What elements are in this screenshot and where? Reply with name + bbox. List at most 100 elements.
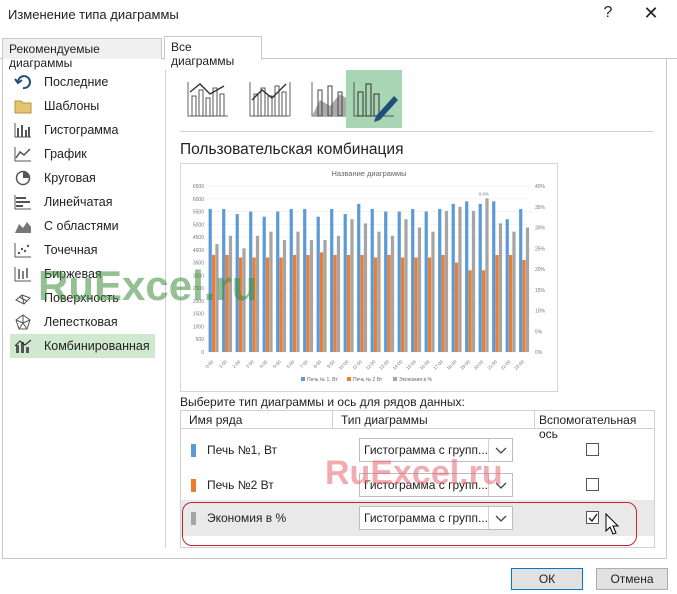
bar xyxy=(481,270,486,352)
bar xyxy=(468,270,472,352)
secondary-axis-checkbox[interactable] xyxy=(586,443,599,456)
ok-button[interactable]: ОК xyxy=(511,568,583,590)
dropdown-value: Гистограмма с групп... xyxy=(364,443,488,457)
bar xyxy=(323,239,327,352)
column-chart-icon xyxy=(14,122,32,138)
x-tick-label: 12:00 xyxy=(365,359,377,371)
chart-type-dropdown[interactable]: Гистограмма с групп... xyxy=(359,473,513,497)
y2-tick-label: 40% xyxy=(535,184,546,190)
sidebar-item-templates[interactable]: Шаблоны xyxy=(10,94,160,118)
combo-subtype-custom[interactable] xyxy=(346,70,402,128)
column-divider xyxy=(332,411,333,429)
y-tick-label: 5000 xyxy=(193,222,204,228)
chevron-down-icon[interactable] xyxy=(488,507,512,529)
chart-type-dropdown[interactable]: Гистограмма с групп... xyxy=(359,506,513,530)
close-button[interactable]: ✕ xyxy=(640,3,662,24)
y-tick-label: 3000 xyxy=(193,273,204,279)
data-annotation: 0.4% xyxy=(479,191,489,196)
legend-label: Печь № 2 Вт xyxy=(353,377,383,383)
x-tick-label: 15:00 xyxy=(405,359,417,371)
sidebar-item-combo[interactable]: Комбинированная xyxy=(10,334,155,358)
bar xyxy=(404,219,408,352)
sidebar-item-area[interactable]: С областями xyxy=(10,214,160,238)
bar xyxy=(373,257,378,352)
x-tick-label: 4:00 xyxy=(259,359,269,369)
secondary-axis-checkbox-checked[interactable] xyxy=(586,511,599,524)
sidebar-item-scatter[interactable]: Точечная xyxy=(10,238,160,262)
y-tick-label: 5500 xyxy=(193,210,204,216)
y-tick-label: 2000 xyxy=(193,299,204,305)
bar xyxy=(330,208,334,352)
chevron-down-icon[interactable] xyxy=(488,474,512,496)
window-title: Изменение типа диаграммы xyxy=(8,7,179,22)
y-tick-label: 2500 xyxy=(193,286,204,292)
bar xyxy=(225,254,229,352)
bar xyxy=(357,203,361,352)
bar xyxy=(397,211,401,352)
y-tick-label: 1000 xyxy=(193,324,204,330)
secondary-axis-checkbox[interactable] xyxy=(586,478,599,491)
sidebar-item-label: Точечная xyxy=(44,243,98,257)
bar xyxy=(289,208,293,352)
chart-svg: Название диаграммы 0 500 1000 1500 2000 2500 30… xyxy=(193,169,546,383)
x-tick-label: 18:00 xyxy=(446,359,458,371)
series-row: Печь №2 Вт Гистограмма с групп... xyxy=(181,467,654,503)
x-tick-label: 1:00 xyxy=(218,359,228,369)
y2-tick-label: 0% xyxy=(535,350,543,356)
x-tick-label: 11:00 xyxy=(352,359,364,371)
mouse-cursor-icon xyxy=(605,512,621,540)
bar xyxy=(238,257,243,352)
tab-bar: Рекомендуемые диаграммы Все диаграммы xyxy=(0,36,677,70)
series-row: Печь №1, Вт Гистограмма с групп... xyxy=(181,432,654,468)
dropdown-value: Гистограмма с групп... xyxy=(364,478,488,492)
tab-all-charts[interactable]: Все диаграммы xyxy=(164,36,262,68)
sidebar-item-pie[interactable]: Круговая xyxy=(10,166,160,190)
sidebar-item-column[interactable]: Гистограмма xyxy=(10,118,160,142)
sidebar-item-label: Гистограмма xyxy=(44,123,119,137)
y-tick-label: 6000 xyxy=(193,197,204,203)
bar xyxy=(249,211,253,352)
sidebar-item-bar[interactable]: Линейчатая xyxy=(10,190,160,214)
y-tick-label: 3500 xyxy=(193,261,204,267)
bar xyxy=(508,254,513,352)
bar xyxy=(370,208,374,352)
chevron-down-icon[interactable] xyxy=(488,439,512,461)
x-tick-label: 22:00 xyxy=(500,359,512,371)
bar xyxy=(282,239,287,352)
divider xyxy=(180,131,654,132)
series-name: Печь №2 Вт xyxy=(207,478,274,492)
sidebar-item-line[interactable]: График xyxy=(10,142,160,166)
chart-type-dropdown[interactable]: Гистограмма с групп... xyxy=(359,438,513,462)
bar xyxy=(505,219,509,352)
bar xyxy=(414,257,418,352)
combo-subtype-2[interactable] xyxy=(242,70,298,128)
bar xyxy=(377,231,381,352)
bar xyxy=(441,254,445,352)
bar xyxy=(350,219,354,352)
chart-title: Название диаграммы xyxy=(331,169,406,178)
bar xyxy=(333,254,337,352)
y2-tick-label: 30% xyxy=(535,226,546,232)
sidebar-item-stock[interactable]: Биржевая xyxy=(10,262,160,286)
bar xyxy=(265,257,270,352)
combo-subtype-1[interactable] xyxy=(180,70,236,128)
y2-tick-label: 20% xyxy=(535,267,546,273)
sidebar-item-radar[interactable]: Лепестковая xyxy=(10,310,160,334)
undo-icon xyxy=(14,74,32,90)
sidebar-item-recent[interactable]: Последние xyxy=(10,70,160,94)
x-tick-label: 13:00 xyxy=(378,359,390,371)
help-button[interactable]: ? xyxy=(598,4,618,22)
bar xyxy=(222,208,226,352)
x-tick-label: 5:00 xyxy=(272,359,282,369)
tab-recommended[interactable]: Рекомендуемые диаграммы xyxy=(2,38,162,70)
sidebar-item-surface[interactable]: Поверхность xyxy=(10,286,160,310)
bar xyxy=(387,254,391,352)
bar xyxy=(292,254,297,352)
series-row-selected: Экономия в % Гистограмма с групп... xyxy=(181,500,654,536)
sidebar-item-label: С областями xyxy=(44,219,119,233)
cancel-button[interactable]: Отмена xyxy=(596,568,668,590)
sidebar-item-label: Комбинированная xyxy=(44,339,150,353)
legend-swatch xyxy=(301,377,305,381)
x-tick-label: 17:00 xyxy=(432,359,444,371)
series-color-swatch xyxy=(191,479,196,492)
